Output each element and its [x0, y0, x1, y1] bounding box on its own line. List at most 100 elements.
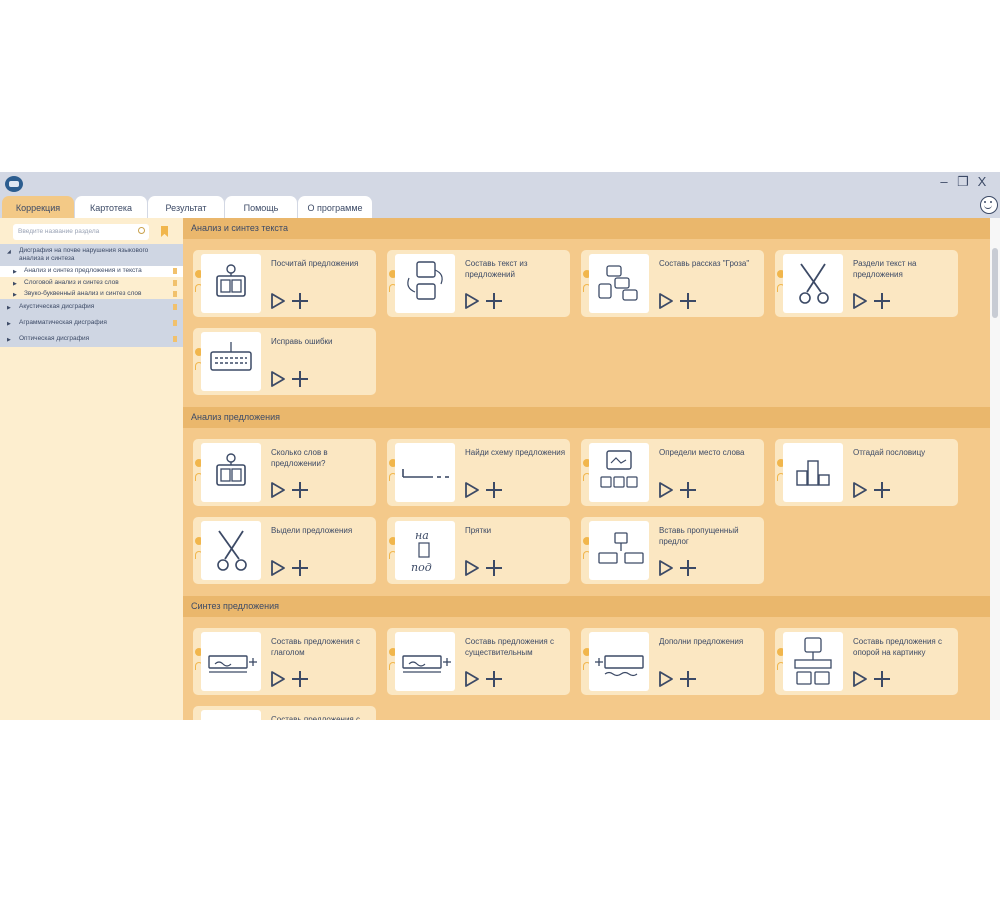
add-icon[interactable]: [485, 559, 503, 577]
search-icon[interactable]: [138, 227, 145, 234]
minimize-button[interactable]: –: [937, 175, 951, 189]
tab-bar: Коррекция Картотека Результат Помощь О п…: [0, 194, 1000, 218]
play-icon[interactable]: [658, 482, 674, 498]
expand-arrow-icon[interactable]: ◢: [7, 248, 11, 256]
search-placeholder: Введите название раздела: [18, 228, 100, 235]
play-icon[interactable]: [658, 293, 674, 309]
tab-result[interactable]: Результат: [148, 196, 224, 218]
exercise-card[interactable]: Составь предложения с опорой на картинку: [775, 628, 958, 695]
tree-item-label: Анализ и синтез предложения и текста: [24, 267, 142, 274]
exercise-card[interactable]: Составь рассказ "Гроза": [581, 250, 764, 317]
exercise-card[interactable]: Составь текст из предложений: [387, 250, 570, 317]
add-icon[interactable]: [291, 670, 309, 688]
exercise-card[interactable]: Исправь ошибки: [193, 328, 376, 395]
section-header: Синтез предложения: [183, 596, 990, 617]
add-icon[interactable]: [679, 292, 697, 310]
play-icon[interactable]: [658, 671, 674, 687]
expand-arrow-icon[interactable]: ▶: [13, 280, 17, 288]
play-icon[interactable]: [270, 371, 286, 387]
play-icon[interactable]: [464, 482, 480, 498]
tree-item-language-analysis[interactable]: ◢ Дисграфия на почве нарушения языкового…: [0, 244, 183, 266]
exercise-card[interactable]: Составь предложения с: [193, 706, 376, 720]
add-icon[interactable]: [291, 559, 309, 577]
tree-item-sentence-text[interactable]: ▶ Анализ и синтез предложения и текста: [0, 266, 183, 277]
exercise-title: Отгадай пословицу: [853, 448, 926, 457]
tree-item-label: Аграмматическая дисграфия: [19, 319, 107, 326]
exercise-title: Составь предложения с глаголом: [271, 637, 360, 657]
exercise-panel: Анализ и синтез текста Анализ предложени…: [183, 218, 990, 720]
exercise-card[interactable]: Раздели текст на предложения: [775, 250, 958, 317]
exercise-title: Сколько слов в предложении?: [271, 448, 328, 468]
restore-button[interactable]: ❐: [956, 175, 970, 189]
missing-word-icon: [589, 521, 649, 580]
scrollbar-thumb[interactable]: [992, 248, 998, 318]
keyboard-icon: [201, 332, 261, 391]
counter-icon: [201, 443, 261, 502]
add-icon[interactable]: [873, 670, 891, 688]
section-search-input[interactable]: Введите название раздела: [13, 224, 149, 240]
exercise-card[interactable]: Посчитай предложения: [193, 250, 376, 317]
expand-arrow-icon[interactable]: ▶: [7, 304, 11, 312]
picture-numbers-icon: [589, 443, 649, 502]
expand-arrow-icon[interactable]: ▶: [7, 320, 11, 328]
add-icon[interactable]: [873, 481, 891, 499]
play-icon[interactable]: [464, 293, 480, 309]
add-icon[interactable]: [291, 370, 309, 388]
expand-arrow-icon[interactable]: ▶: [13, 291, 17, 299]
complete-sentence-icon: [589, 632, 649, 691]
tree-item-agrammatic[interactable]: ▶ Аграмматическая дисграфия: [0, 315, 183, 331]
play-icon[interactable]: [464, 671, 480, 687]
add-icon[interactable]: [873, 292, 891, 310]
play-icon[interactable]: [464, 560, 480, 576]
play-icon[interactable]: [658, 560, 674, 576]
tree-item-acoustic[interactable]: ▶ Акустическая дисграфия: [0, 299, 183, 315]
add-icon[interactable]: [291, 481, 309, 499]
exercise-card[interactable]: Отгадай пословицу: [775, 439, 958, 506]
exercise-card[interactable]: Дополни предложения: [581, 628, 764, 695]
bookmark-icon[interactable]: [161, 226, 168, 237]
play-icon[interactable]: [270, 560, 286, 576]
tree-item-optical[interactable]: ▶ Оптическая дисграфия: [0, 331, 183, 347]
exercise-card[interactable]: Выдели предложения: [193, 517, 376, 584]
sentence-verb-icon: [201, 632, 261, 691]
tree-item-sound-letter[interactable]: ▶ Звуко-буквенный анализ и синтез слов: [0, 289, 183, 299]
play-icon[interactable]: [270, 293, 286, 309]
tab-correction[interactable]: Коррекция: [2, 196, 74, 218]
tab-help[interactable]: Помощь: [225, 196, 297, 218]
exercise-card[interactable]: Сколько слов в предложении?: [193, 439, 376, 506]
add-icon[interactable]: [485, 481, 503, 499]
add-icon[interactable]: [679, 670, 697, 688]
play-icon[interactable]: [852, 293, 868, 309]
expand-arrow-icon[interactable]: ▶: [7, 336, 11, 344]
exercise-card[interactable]: Определи место слова: [581, 439, 764, 506]
tree-item-label: Акустическая дисграфия: [19, 303, 95, 310]
play-icon[interactable]: [270, 482, 286, 498]
tab-about[interactable]: О программе: [298, 196, 372, 218]
add-icon[interactable]: [485, 670, 503, 688]
exercise-card[interactable]: Составь предложения с существительным: [387, 628, 570, 695]
exercise-title: Раздели текст на предложения: [853, 259, 917, 279]
add-icon[interactable]: [679, 559, 697, 577]
add-icon[interactable]: [291, 292, 309, 310]
exercise-card[interactable]: Найди схему предложения: [387, 439, 570, 506]
add-icon[interactable]: [679, 481, 697, 499]
close-button[interactable]: X: [975, 175, 989, 189]
play-icon[interactable]: [852, 671, 868, 687]
tree-item-syllable[interactable]: ▶ Слоговой анализ и синтез слов: [0, 277, 183, 289]
sentence-icon: [201, 710, 261, 720]
tree-item-label: Слоговой анализ и синтез слов: [24, 279, 119, 286]
add-icon[interactable]: [485, 292, 503, 310]
exercise-card[interactable]: Составь предложения с глаголом: [193, 628, 376, 695]
play-icon[interactable]: [270, 671, 286, 687]
exercise-title: Вставь пропущенный предлог: [659, 526, 739, 546]
play-icon[interactable]: [852, 482, 868, 498]
prepositions-icon: на под: [395, 521, 455, 580]
exercise-card[interactable]: на под Прятки: [387, 517, 570, 584]
exercise-card[interactable]: Вставь пропущенный предлог: [581, 517, 764, 584]
tab-card-index[interactable]: Картотека: [75, 196, 147, 218]
exercise-title: Составь предложения с существительным: [465, 637, 554, 657]
bookmark-flag-icon: [173, 280, 177, 286]
expand-arrow-icon[interactable]: ▶: [13, 268, 17, 276]
scrollbar[interactable]: [990, 218, 1000, 720]
smiley-icon[interactable]: [980, 196, 998, 214]
